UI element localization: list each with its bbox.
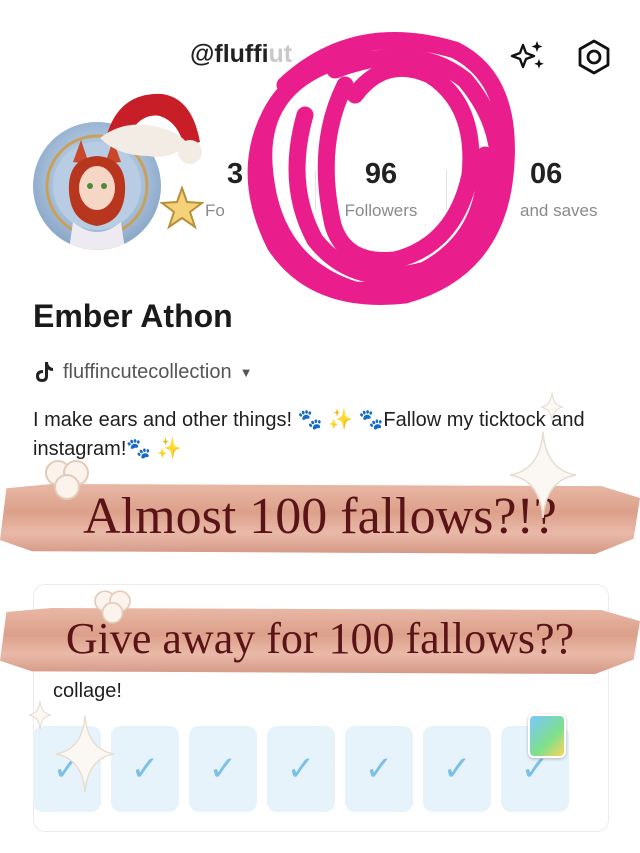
- profile-name: Ember Athon: [33, 298, 233, 334]
- checkin-row: ✓ ✓ ✓ ✓ ✓ ✓ ✓: [33, 726, 607, 812]
- flower-sticker: [45, 460, 89, 500]
- checkin-day[interactable]: ✓: [345, 726, 413, 812]
- caret-down-icon: ▼: [239, 364, 253, 380]
- settings-button[interactable]: [573, 36, 615, 78]
- collage-badge-icon: [528, 714, 566, 758]
- sparkle-sticker: [28, 700, 52, 730]
- tiktok-username: fluffincutecollection: [63, 360, 232, 383]
- sparkle-sticker: [509, 431, 577, 519]
- pink-scribble-overlay: [247, 32, 515, 305]
- check-icon: ✓: [130, 750, 160, 788]
- settings-icon: [578, 39, 610, 75]
- check-icon: ✓: [286, 750, 316, 788]
- tiktok-icon: [36, 362, 53, 382]
- check-icon: ✓: [364, 750, 394, 788]
- check-icon: ✓: [442, 750, 472, 788]
- sparkle-sticker: [540, 392, 564, 422]
- tiktok-account-link[interactable]: fluffincutecollection ▼: [33, 360, 253, 384]
- star-sticker: [160, 186, 204, 230]
- card-subtitle: collage!: [53, 680, 122, 702]
- flower-sticker: [94, 590, 131, 624]
- santa-hat-sticker: [100, 93, 202, 164]
- checkin-day[interactable]: ✓: [267, 726, 335, 812]
- checkin-day[interactable]: ✓: [189, 726, 257, 812]
- checkin-day[interactable]: ✓: [423, 726, 491, 812]
- sparkle-sticker: [55, 715, 115, 793]
- checkin-day[interactable]: ✓: [111, 726, 179, 812]
- check-icon: ✓: [208, 750, 238, 788]
